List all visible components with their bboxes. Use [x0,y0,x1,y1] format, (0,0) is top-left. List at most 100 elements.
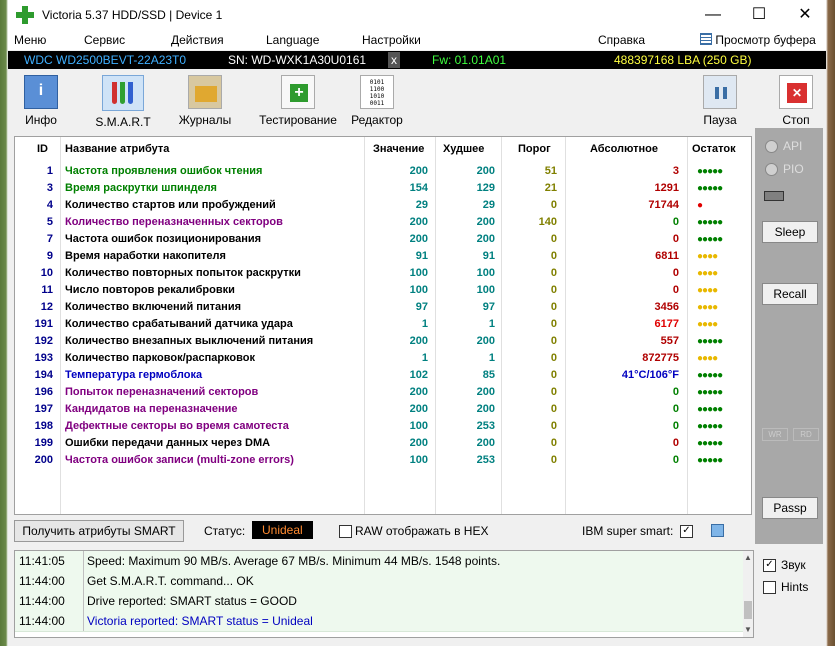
table-row[interactable]: 198 Дефектные секторы во время самотеста 1… [15,418,751,435]
table-row[interactable]: 3 Время раскрутки шпинделя 154 129 21 1291 ●●●… [15,180,751,197]
header-id[interactable]: ID [37,141,48,158]
color-indicator[interactable] [711,524,724,537]
pio-radio[interactable] [765,163,778,176]
cell-absolute: 1291 [654,182,679,194]
maximize-button[interactable]: ☐ [736,0,782,30]
table-row[interactable]: 5 Количество переназначенных секторов 200 2… [15,214,751,231]
log-row[interactable]: 11:44:00 Get S.M.A.R.T. command... OK [15,571,743,592]
cell-value: 200 [409,335,428,347]
wr-button[interactable]: WR [762,428,788,441]
cell-absolute: 0 [672,233,679,245]
minimize-button[interactable]: — [690,0,736,30]
cell-worst: 100 [476,284,495,296]
smart-attributes-table[interactable]: ID Название атрибута Значение Худшее Пор… [14,136,752,515]
table-row[interactable]: 196 Попыток переназначений секторов 200 200… [15,384,751,401]
header-worst[interactable]: Худшее [443,141,484,158]
test-button[interactable]: + Тестирование [258,75,338,127]
header-name[interactable]: Название атрибута [65,141,169,158]
log-row[interactable]: 11:41:05 Speed: Maximum 90 MB/s. Average … [15,551,743,572]
table-row[interactable]: 192 Количество внезапных выключений питан… [15,333,751,350]
table-row[interactable]: 12 Количество включений питания 97 97 0 3456 ●… [15,299,751,316]
scroll-thumb[interactable] [744,601,752,619]
cell-absolute: 557 [660,335,679,347]
log-row[interactable]: 11:44:00 Drive reported: SMART status = G… [15,591,743,612]
editor-button[interactable]: 0101 1100 1010 0011 Редактор [342,75,412,127]
cell-value: 200 [409,437,428,449]
menu-item-settings[interactable]: Настройки [362,33,421,47]
cell-remain: ●●●●● [697,166,723,177]
table-row[interactable]: 200 Частота ошибок записи (multi-zone err… [15,452,751,469]
cell-absolute: 872775 [642,352,679,364]
editor-label: Редактор [351,113,403,127]
cell-absolute: 71744 [648,199,679,211]
hints-checkbox[interactable] [763,581,776,594]
pause-button[interactable]: Пауза [685,75,755,127]
cell-id: 200 [34,454,53,466]
header-absolute[interactable]: Абсолютное [590,141,658,158]
cell-absolute: 0 [672,216,679,228]
cell-threshold: 0 [550,420,557,432]
cell-worst: 85 [482,369,495,381]
cell-threshold: 0 [550,369,557,381]
rd-button[interactable]: RD [793,428,819,441]
passp-button[interactable]: Passp [762,497,818,519]
table-row[interactable]: 7 Частота ошибок позиционирования 200 200 0 0… [15,231,751,248]
table-row[interactable]: 194 Температура гермоблока 102 85 0 41°C/106°… [15,367,751,384]
serial-clear-button[interactable]: x [388,52,400,68]
table-row[interactable]: 199 Ошибки передачи данных через DMA 200 20… [15,435,751,452]
indicator-led [764,191,784,201]
close-button[interactable]: ✕ [782,0,826,30]
log-panel[interactable]: 11:41:05 Speed: Maximum 90 MB/s. Average … [14,550,754,638]
smart-button[interactable]: S.M.A.R.T [88,75,158,129]
cell-threshold: 0 [550,250,557,262]
table-row[interactable]: 10 Количество повторных попыток раскрутки… [15,265,751,282]
header-threshold[interactable]: Порог [518,141,551,158]
stop-button[interactable]: ✕ Стоп [761,75,826,127]
sleep-button[interactable]: Sleep [762,221,818,243]
recall-button[interactable]: Recall [762,283,818,305]
scroll-down-icon[interactable]: ▼ [744,625,752,634]
cell-value: 200 [409,386,428,398]
cell-absolute: 3456 [654,301,679,313]
info-icon: i [24,75,58,109]
menu-item-help[interactable]: Справка [598,33,645,47]
log-scrollbar[interactable]: ▲ ▼ [743,551,753,637]
cell-absolute: 0 [672,386,679,398]
info-button[interactable]: i Инфо [8,75,76,127]
log-separator [83,591,84,611]
cell-threshold: 0 [550,352,557,364]
table-row[interactable]: 197 Кандидатов на переназначение 200 200 0 0 ●… [15,401,751,418]
cell-worst: 1 [488,352,495,364]
buffer-view-menu[interactable]: Просмотр буфера [700,33,816,47]
get-smart-button[interactable]: Получить атрибуты SMART [14,520,184,542]
table-row[interactable]: 191 Количество срабатываний датчика удара… [15,316,751,333]
cell-value: 100 [409,420,428,432]
ibm-super-smart-checkbox[interactable]: ✓ [680,525,693,538]
table-row[interactable]: 1 Частота проявления ошибок чтения 200 200 5… [15,163,751,180]
table-row[interactable]: 4 Количество стартов или пробуждений 29 29 0… [15,197,751,214]
cell-name: Дефектные секторы во время самотеста [65,420,289,432]
smart-label: S.M.A.R.T [95,115,151,129]
sound-checkbox[interactable]: ✓ [763,559,776,572]
cell-name: Частота ошибок записи (multi-zone errors… [65,454,294,466]
cell-name: Количество внезапных выключений питания [65,335,314,347]
api-radio[interactable] [765,140,778,153]
log-row[interactable]: 11:44:00 Victoria reported: SMART status … [15,611,743,632]
cell-value: 91 [415,250,428,262]
logs-button[interactable]: Журналы [170,75,240,127]
cell-id: 192 [34,335,53,347]
menu-item-language[interactable]: Language [266,33,319,47]
table-row[interactable]: 193 Количество парковок/распарковок 1 1 0 872… [15,350,751,367]
header-remain[interactable]: Остаток [692,141,736,158]
raw-hex-checkbox[interactable] [339,525,352,538]
menu-item-main[interactable]: Меню [14,33,46,47]
menu-item-actions[interactable]: Действия [171,33,224,47]
cell-id: 9 [46,250,53,262]
menu-item-service[interactable]: Сервис [84,33,125,47]
table-row[interactable]: 9 Время наработки накопителя 91 91 0 6811 ●●●● [15,248,751,265]
buffer-grid-icon [700,33,712,45]
raw-hex-label: RAW отображать в HEX [355,524,489,538]
header-value[interactable]: Значение [373,141,424,158]
scroll-up-icon[interactable]: ▲ [744,553,752,562]
table-row[interactable]: 11 Число повторов рекалибровки 100 100 0 0 ●●●… [15,282,751,299]
